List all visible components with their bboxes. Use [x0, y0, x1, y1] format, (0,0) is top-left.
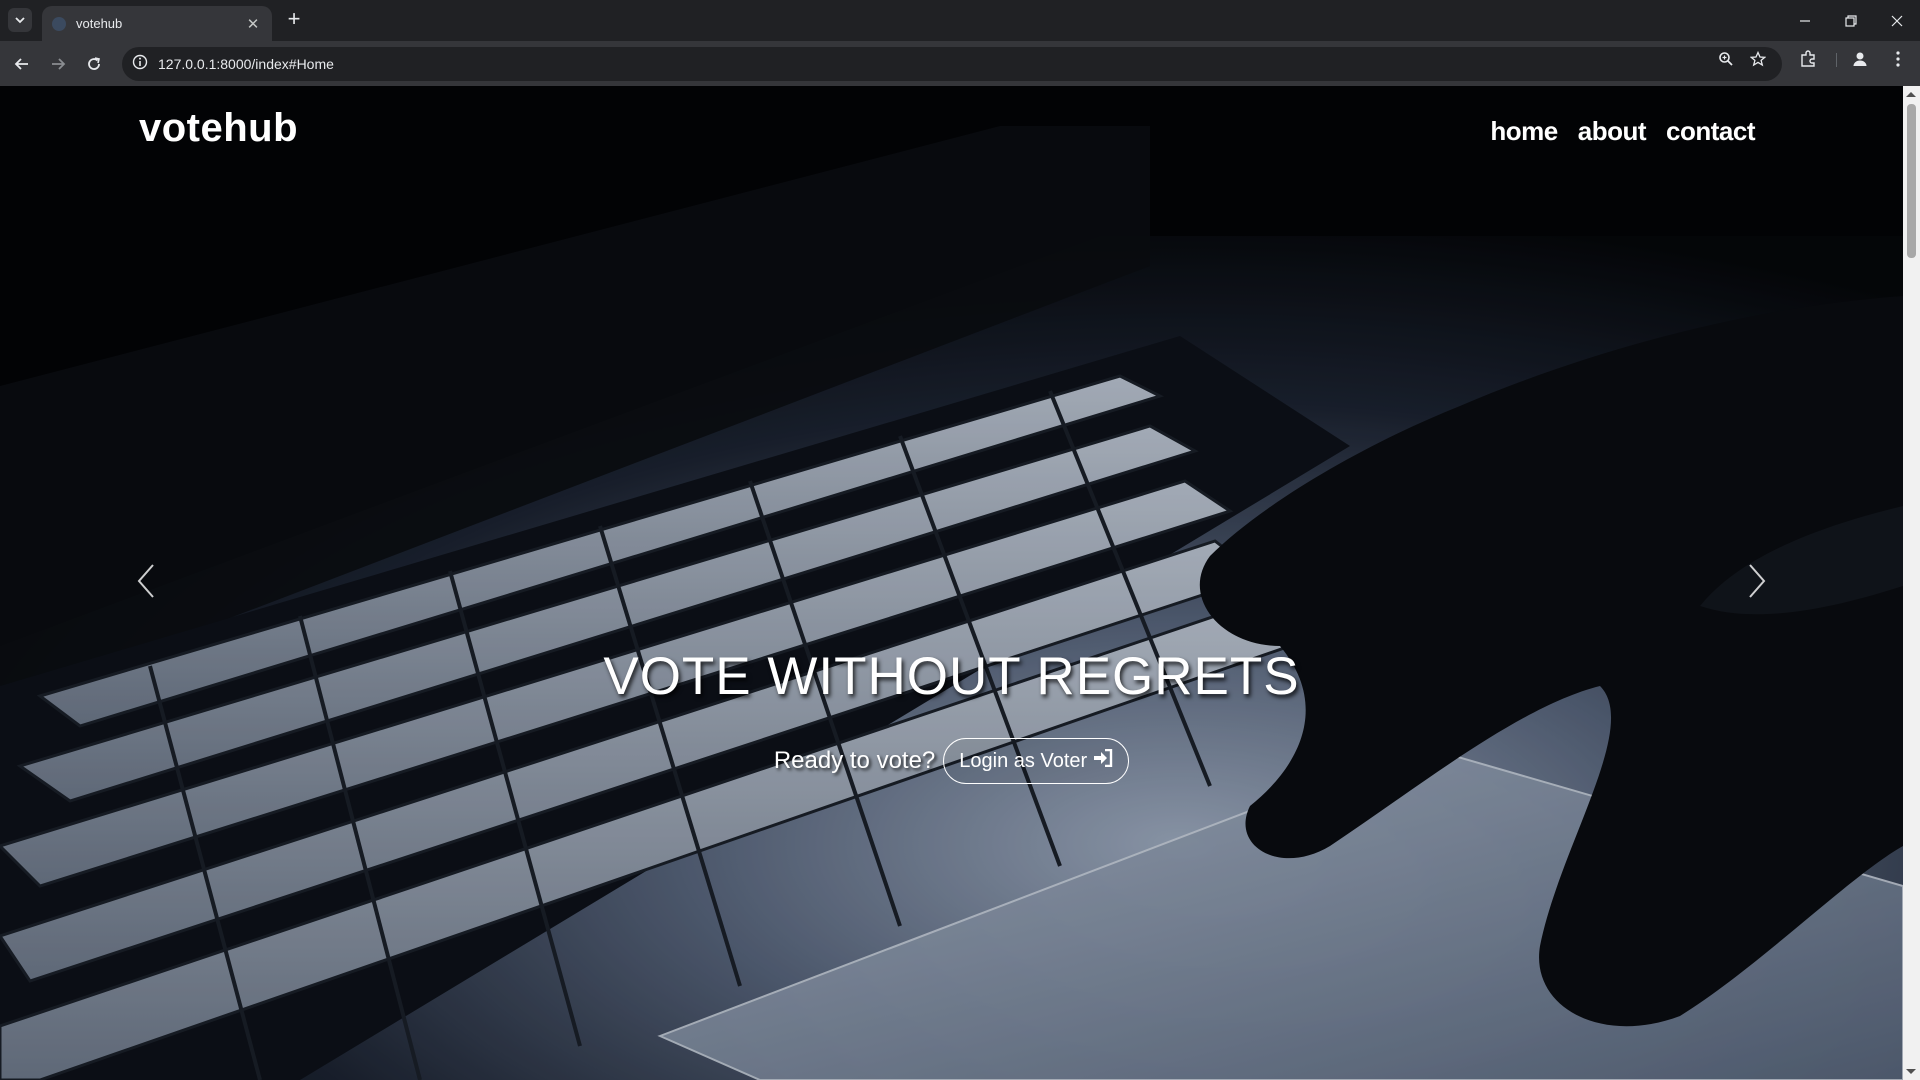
- url-text: 127.0.0.1:8000/index#Home: [158, 56, 334, 72]
- tab-title: votehub: [76, 16, 123, 31]
- browser-tab[interactable]: votehub ✕: [42, 6, 272, 41]
- close-icon[interactable]: ✕: [244, 15, 262, 33]
- chevron-right-icon[interactable]: [1742, 561, 1772, 601]
- star-icon[interactable]: [1748, 49, 1768, 69]
- toolbar-divider: [1836, 53, 1837, 67]
- restore-icon[interactable]: [1828, 0, 1874, 41]
- tab-search-icon[interactable]: [8, 8, 32, 32]
- page-viewport: votehub home about contact VOTE WITHOUT …: [0, 86, 1903, 1080]
- minimize-icon[interactable]: [1782, 0, 1828, 41]
- hero-background-image: [0, 86, 1903, 1080]
- login-voter-button[interactable]: Login as Voter: [943, 738, 1130, 784]
- extensions-icon[interactable]: [1798, 49, 1818, 69]
- site-nav: home about contact: [1490, 116, 1755, 147]
- profile-icon[interactable]: [1850, 49, 1870, 69]
- close-window-icon[interactable]: [1874, 0, 1920, 41]
- scroll-down-icon[interactable]: [1906, 1069, 1916, 1074]
- browser-toolbar: 127.0.0.1:8000/index#Home: [0, 41, 1920, 86]
- hero-headline: VOTE WITHOUT REGRETS: [603, 647, 1300, 706]
- site-logo[interactable]: votehub: [139, 106, 298, 151]
- nav-home-link[interactable]: home: [1490, 116, 1558, 147]
- login-voter-label: Login as Voter: [959, 749, 1088, 772]
- menu-icon[interactable]: [1888, 49, 1908, 69]
- nav-contact-link[interactable]: contact: [1666, 116, 1755, 147]
- chevron-left-icon[interactable]: [131, 561, 161, 601]
- forward-icon[interactable]: [44, 50, 72, 78]
- page-scrollbar[interactable]: [1903, 86, 1920, 1080]
- back-icon[interactable]: [8, 50, 36, 78]
- scroll-up-icon[interactable]: [1906, 92, 1916, 97]
- site-info-icon[interactable]: [132, 54, 148, 75]
- hero-cta: Ready to vote? Login as Voter: [0, 738, 1903, 784]
- ready-prompt: Ready to vote?: [773, 747, 936, 774]
- nav-about-link[interactable]: about: [1578, 116, 1647, 147]
- plus-icon[interactable]: +: [282, 8, 306, 32]
- tab-strip: votehub ✕ +: [0, 0, 1920, 41]
- favicon-icon: [52, 16, 66, 31]
- reload-icon[interactable]: [80, 50, 108, 78]
- sign-in-icon: [1093, 748, 1113, 773]
- scroll-thumb[interactable]: [1907, 104, 1916, 258]
- address-bar[interactable]: 127.0.0.1:8000/index#Home: [122, 47, 1782, 81]
- zoom-icon[interactable]: [1716, 49, 1736, 69]
